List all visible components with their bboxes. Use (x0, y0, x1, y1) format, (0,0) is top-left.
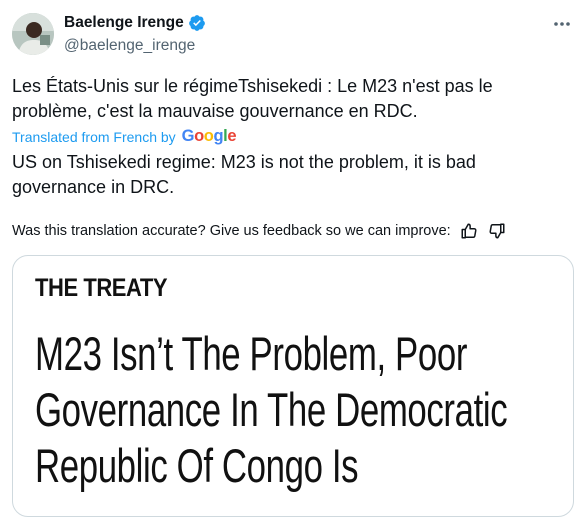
avatar[interactable] (12, 13, 54, 55)
author-name[interactable]: Baelenge Irenge (64, 14, 184, 32)
translation-feedback: Was this translation accurate? Give us f… (12, 221, 507, 241)
thumbs-down-icon[interactable] (487, 221, 507, 241)
thumbs-up-icon[interactable] (459, 221, 479, 241)
google-logo: Google (181, 127, 237, 145)
media-card[interactable]: THE TREATY M23 Isn’t The Problem, Poor G… (12, 255, 574, 517)
feedback-prompt: Was this translation accurate? Give us f… (12, 223, 451, 239)
media-brand: THE TREATY (35, 274, 168, 302)
translation-attribution[interactable]: Translated from French by Google (12, 127, 237, 146)
verified-badge-icon (188, 14, 206, 32)
more-options-icon[interactable] (552, 14, 572, 34)
translated-from-label: Translated from French by (12, 128, 176, 145)
media-headline: M23 Isn’t The Problem, Poor Governance I… (35, 327, 508, 492)
translated-text: US on Tshisekedi regime: M23 is not the … (12, 152, 476, 197)
author-handle[interactable]: @baelenge_irenge (64, 37, 195, 55)
tweet-text: Les États-Unis sur le régimeTshisekedi :… (12, 76, 493, 121)
